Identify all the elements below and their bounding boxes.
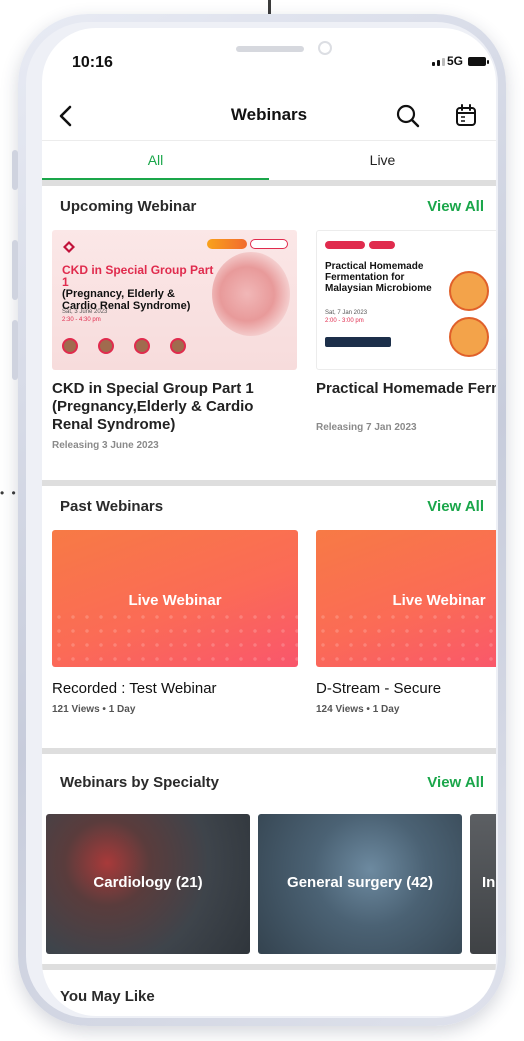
status-time: 10:16 [72, 54, 113, 71]
signal-icon [432, 58, 445, 66]
specialty-label: In [482, 874, 496, 891]
avatar [134, 338, 150, 354]
mockup-top-mark [268, 0, 271, 14]
poster-speaker-avatars [62, 338, 186, 354]
past-card-2-meta: 124 Views • 1 Day [316, 704, 400, 715]
avatar [449, 271, 489, 311]
poster-docquity-badge [250, 239, 288, 249]
tab-bar: All Live [42, 140, 496, 181]
upcoming-card-2-release: Releasing 7 Jan 2023 [316, 422, 417, 433]
specialty-section: Webinars by Specialty View All Cardiolog… [42, 754, 496, 962]
avatar [449, 317, 489, 357]
view-all-upcoming-link[interactable]: View All [427, 198, 484, 215]
specialty-carousel: Cardiology (21) General surgery (42) In [42, 814, 496, 956]
poster-docquity-logo [325, 241, 365, 249]
calendar-icon[interactable] [452, 102, 480, 130]
poster-save-the-date-banner [325, 337, 391, 347]
brand-logo-icon [63, 241, 75, 253]
poster-partner-logo [369, 241, 395, 249]
avatar [170, 338, 186, 354]
specialty-label: Cardiology (21) [93, 874, 203, 891]
past-card-2-thumbnail[interactable]: Live Webinar [316, 530, 496, 667]
specialty-card-cardiology[interactable]: Cardiology (21) [46, 814, 250, 954]
past-section: Past Webinars View All Live Webinar Reco… [42, 486, 496, 748]
past-card-1-thumbnail[interactable]: Live Webinar [52, 530, 298, 667]
poster-title-line-1: CKD in Special Group Part 1 [62, 263, 214, 289]
poster-title-line-2: (Pregnancy, Elderly & [62, 288, 175, 300]
section-title-may-like: You May Like [60, 988, 155, 1005]
app-header: Webinars [42, 94, 496, 140]
specialty-card-3[interactable]: In [470, 814, 496, 954]
notch-camera [318, 41, 332, 55]
poster-title: Practical Homemade Fermentation for Mala… [325, 261, 432, 294]
section-title-upcoming: Upcoming Webinar [60, 198, 197, 215]
upcoming-card-1-release: Releasing 3 June 2023 [52, 440, 159, 451]
poster-date: Sat, 7 Jan 2023 2:00 - 3:00 pm [325, 309, 367, 325]
upcoming-card-1-poster[interactable]: CKD in Special Group Part 1 (Pregnancy, … [52, 230, 297, 370]
upcoming-card-1-title[interactable]: CKD in Special Group Part 1 (Pregnancy,E… [52, 380, 297, 434]
phone-mute-switch [12, 150, 18, 190]
thumbnail-label: Live Webinar [392, 592, 486, 609]
poster-date-day: Sat, 3 June 2023 [62, 309, 108, 315]
specialty-card-general-surgery[interactable]: General surgery (42) [258, 814, 462, 954]
specialty-label: General surgery (42) [287, 874, 433, 891]
network-type: 5G [447, 54, 464, 68]
past-carousel: Live Webinar Recorded : Test Webinar 121… [42, 530, 496, 740]
past-card-1-meta: 121 Views • 1 Day [52, 704, 136, 715]
upcoming-card-2-poster[interactable]: Practical Homemade Fermentation for Mala… [316, 230, 496, 370]
poster-ckd-badge [207, 239, 247, 249]
search-icon[interactable] [394, 102, 422, 130]
page-title: Webinars [230, 105, 308, 124]
past-card-2-title[interactable]: D-Stream - Secure [316, 680, 496, 697]
thumbnail-label: Live Webinar [128, 592, 222, 609]
poster-title: CKD in Special Group Part 1 (Pregnancy, … [62, 264, 222, 312]
poster-date-time: 2:30 - 4:30 pm [62, 317, 101, 323]
avatar [62, 338, 78, 354]
phone-volume-down [12, 320, 18, 380]
tab-all[interactable]: All [42, 141, 269, 181]
phone-volume-up [12, 240, 18, 300]
battery-icon [468, 57, 489, 66]
section-title-specialty: Webinars by Specialty [60, 774, 219, 791]
poster-date-day: Sat, 7 Jan 2023 [325, 310, 368, 316]
view-all-past-link[interactable]: View All [427, 498, 484, 515]
phone-screen: 10:16 5G Webinars All Live Upcoming Webi… [42, 28, 496, 1016]
avatar [98, 338, 114, 354]
tab-live[interactable]: Live [269, 141, 496, 181]
may-like-section: You May Like [42, 970, 496, 1016]
section-title-past: Past Webinars [60, 498, 164, 515]
poster-date-time: 2:00 - 3:00 pm [325, 318, 364, 324]
upcoming-card-2-title[interactable]: Practical Homemade Fermentation for Mala… [316, 380, 496, 398]
poster-date: Sat, 3 June 2023 2:30 - 4:30 pm [62, 308, 107, 324]
upcoming-section: Upcoming Webinar View All CKD in Special… [42, 186, 496, 476]
notch-speaker [236, 46, 304, 52]
view-all-specialty-link[interactable]: View All [427, 774, 484, 791]
status-bar: 10:16 5G [42, 28, 496, 94]
poster-kidney-illustration [212, 252, 290, 336]
past-card-1-title[interactable]: Recorded : Test Webinar [52, 680, 298, 697]
upcoming-carousel: CKD in Special Group Part 1 (Pregnancy, … [42, 230, 496, 470]
